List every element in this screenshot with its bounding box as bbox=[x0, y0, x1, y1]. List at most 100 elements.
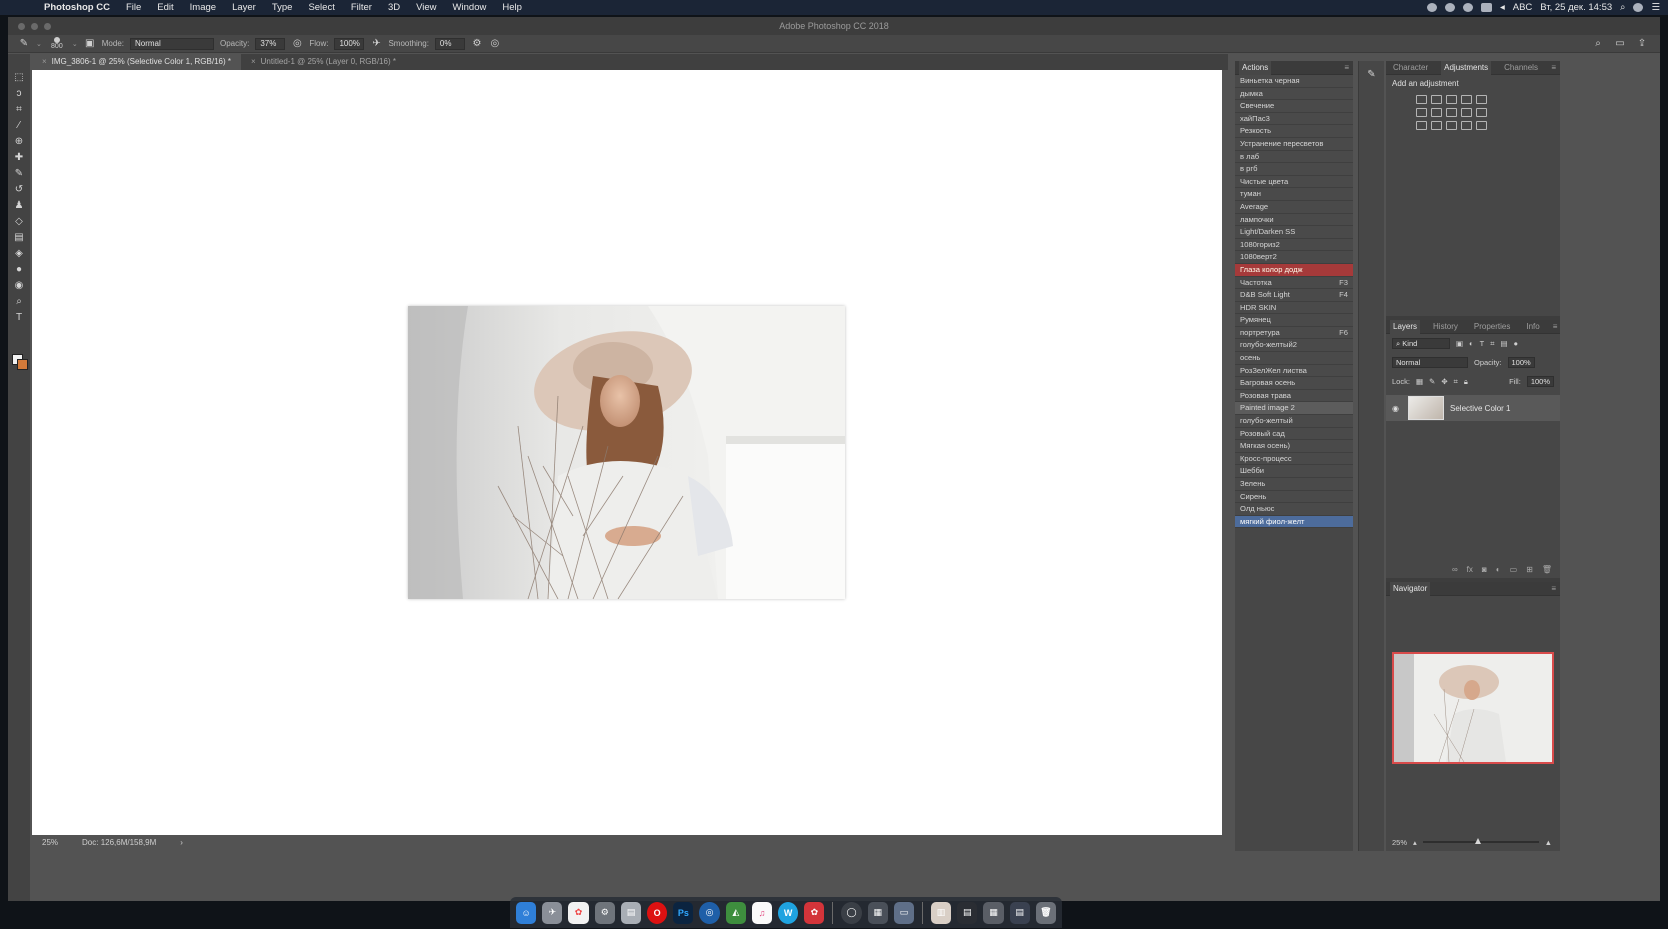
action-item[interactable]: Зелень bbox=[1235, 478, 1353, 491]
clone-stamp-tool-icon[interactable]: ♟ bbox=[12, 200, 26, 212]
status-expand-icon[interactable]: › bbox=[180, 838, 183, 847]
zoom-tool-icon[interactable]: ⌕ bbox=[12, 296, 26, 308]
folder-stack-icon[interactable]: ▦ bbox=[983, 901, 1004, 924]
paint-bucket-tool-icon[interactable]: ◈ bbox=[12, 248, 26, 260]
action-item[interactable]: Частотка F3 bbox=[1235, 276, 1353, 290]
menu-layer[interactable]: Layer bbox=[224, 2, 264, 13]
zoom-slider[interactable] bbox=[1422, 838, 1539, 844]
menu-window[interactable]: Window bbox=[445, 2, 495, 13]
action-item[interactable]: голубо-желтый2 bbox=[1235, 339, 1353, 353]
menu-select[interactable]: Select bbox=[300, 2, 342, 13]
lock-image-icon[interactable]: ✎ bbox=[1429, 377, 1435, 386]
action-item[interactable]: Розовая трава bbox=[1235, 389, 1353, 403]
document-canvas[interactable] bbox=[32, 70, 1222, 835]
panel-menu-icon[interactable]: ≡ bbox=[1553, 322, 1558, 331]
pressure-opacity-icon[interactable]: ◎ bbox=[291, 38, 303, 50]
blend-mode-dropdown[interactable]: Normal bbox=[1392, 357, 1468, 368]
new-group-icon[interactable]: ▭ bbox=[1510, 565, 1518, 574]
photos-icon[interactable]: ✿ bbox=[568, 901, 589, 924]
action-item[interactable]: Резкость bbox=[1235, 125, 1353, 138]
layer-name[interactable]: Selective Color 1 bbox=[1450, 404, 1510, 413]
exposure-icon[interactable] bbox=[1461, 95, 1472, 104]
menubar-datetime[interactable]: Вт, 25 дек. 14:53 bbox=[1540, 2, 1612, 13]
gradient-map-icon[interactable] bbox=[1476, 121, 1487, 130]
lock-all-icon[interactable]: 🔒︎ bbox=[1464, 377, 1468, 387]
action-item[interactable]: Свечение bbox=[1235, 100, 1353, 113]
menu-view[interactable]: View bbox=[408, 2, 444, 13]
action-item[interactable]: Розовый сад bbox=[1235, 427, 1353, 441]
action-item[interactable]: в лаб bbox=[1235, 150, 1353, 164]
tab-layers[interactable]: Layers bbox=[1390, 319, 1421, 334]
documents-stack-icon[interactable]: ▤ bbox=[957, 901, 978, 924]
menu-3d[interactable]: 3D bbox=[380, 2, 408, 13]
volume-icon[interactable]: ◂ bbox=[1500, 2, 1505, 13]
tab-history[interactable]: History bbox=[1430, 320, 1461, 334]
healing-brush-tool-icon[interactable]: ⊕ bbox=[12, 136, 26, 148]
threshold-icon[interactable] bbox=[1446, 121, 1457, 130]
menu-type[interactable]: Type bbox=[264, 2, 301, 13]
photo-woman-with-hat[interactable] bbox=[408, 306, 845, 599]
tab-character[interactable]: Character bbox=[1390, 61, 1431, 75]
action-item[interactable]: Румянец bbox=[1235, 314, 1353, 327]
channel-mixer-icon[interactable] bbox=[1476, 108, 1487, 117]
lock-artboard-icon[interactable]: ⌗ bbox=[1454, 377, 1458, 387]
dodge-tool-icon[interactable]: ● bbox=[12, 264, 26, 276]
action-item[interactable]: Олд ньюс bbox=[1235, 503, 1353, 516]
action-item[interactable]: 1080гориз2 bbox=[1235, 238, 1353, 252]
action-item[interactable]: Painted image 2 bbox=[1235, 402, 1353, 416]
levels-icon[interactable] bbox=[1431, 95, 1442, 104]
cloud-icon[interactable] bbox=[1444, 3, 1455, 12]
opacity-field[interactable]: 37% bbox=[255, 37, 286, 50]
action-item[interactable]: Сирень bbox=[1235, 490, 1353, 504]
writer-icon[interactable]: W bbox=[778, 901, 799, 924]
blur-tool-icon[interactable]: ◉ bbox=[12, 280, 26, 292]
photoshop-icon[interactable]: Ps bbox=[673, 901, 694, 924]
itunes-icon[interactable]: ♫ bbox=[751, 901, 773, 924]
close-window-button[interactable] bbox=[18, 22, 25, 30]
invert-icon[interactable] bbox=[1416, 121, 1427, 130]
add-mask-icon[interactable]: ◙ bbox=[1482, 565, 1487, 574]
brush-tool-icon[interactable]: ✎ bbox=[18, 38, 30, 50]
crop-tool-icon[interactable]: ⌗ bbox=[12, 104, 26, 116]
action-item[interactable]: Виньетка черная bbox=[1235, 75, 1353, 88]
link-layers-icon[interactable]: ∞ bbox=[1452, 565, 1458, 574]
action-item[interactable]: Чистые цвета bbox=[1235, 175, 1353, 189]
new-layer-icon[interactable]: ⊞ bbox=[1526, 565, 1533, 574]
delete-layer-icon[interactable]: 🗑︎ bbox=[1542, 565, 1552, 574]
tool-preset-caret-icon[interactable]: ⌄ bbox=[36, 40, 42, 48]
panel-menu-icon[interactable]: ≡ bbox=[1551, 584, 1556, 593]
screenshots-stack-icon[interactable]: ▤ bbox=[1009, 901, 1030, 924]
action-item[interactable]: Шебби bbox=[1235, 465, 1353, 478]
fill-field[interactable]: 100% bbox=[1526, 376, 1554, 387]
filter-adjustment-icon[interactable]: ◐ bbox=[1469, 339, 1474, 348]
record-icon[interactable] bbox=[1426, 3, 1437, 12]
action-item[interactable]: в ргб bbox=[1235, 163, 1353, 176]
filter-type-icon[interactable]: T bbox=[1480, 339, 1485, 348]
action-item[interactable]: осень bbox=[1235, 352, 1353, 365]
tab-actions[interactable]: Actions bbox=[1239, 60, 1272, 75]
sync-icon[interactable] bbox=[1462, 3, 1473, 12]
action-item[interactable]: туман bbox=[1235, 188, 1353, 201]
preview-icon[interactable]: ▤ bbox=[620, 901, 642, 924]
background-color-swatch[interactable] bbox=[17, 359, 28, 370]
action-item[interactable]: Мягкая осень) bbox=[1235, 440, 1353, 453]
action-item[interactable]: Кросс-процесс bbox=[1235, 452, 1353, 466]
workspace-switcher-icon[interactable]: ▭ bbox=[1614, 38, 1626, 50]
flow-field[interactable]: 100% bbox=[334, 37, 365, 50]
browser-icon[interactable]: ◎ bbox=[699, 901, 720, 924]
airbrush-icon[interactable]: ✈ bbox=[370, 38, 382, 50]
zoom-level[interactable]: 25% bbox=[42, 838, 58, 847]
layer-opacity-field[interactable]: 100% bbox=[1507, 357, 1535, 368]
action-item[interactable]: мягкий фиол-желт bbox=[1235, 515, 1353, 529]
tab-adjustments[interactable]: Adjustments bbox=[1441, 60, 1492, 75]
marquee-tool-icon[interactable]: ⬚ bbox=[12, 72, 26, 84]
tab-navigator[interactable]: Navigator bbox=[1390, 581, 1431, 596]
black-white-icon[interactable] bbox=[1446, 108, 1457, 117]
panel-menu-icon[interactable]: ≡ bbox=[1551, 63, 1556, 72]
brush-tool-active-icon[interactable]: ✎ bbox=[12, 168, 26, 180]
visibility-eye-icon[interactable]: ◉ bbox=[1392, 404, 1402, 413]
brush-settings-panel-icon[interactable]: ▣ bbox=[84, 38, 96, 50]
maps-icon[interactable]: ◭ bbox=[725, 901, 746, 924]
posterize-icon[interactable] bbox=[1431, 121, 1442, 130]
action-item[interactable]: голубо-желтый bbox=[1235, 415, 1353, 428]
